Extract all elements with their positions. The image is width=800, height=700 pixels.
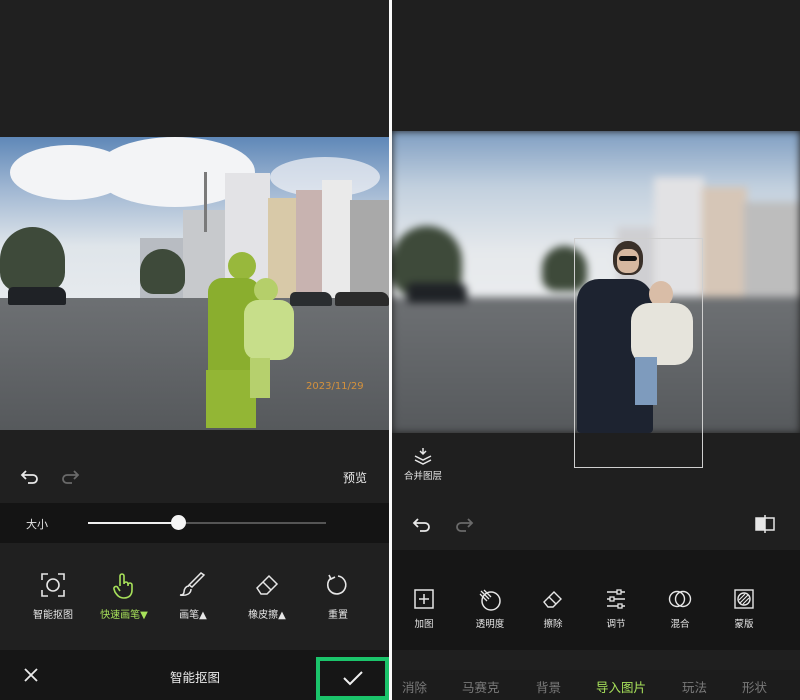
- opacity-icon: [479, 589, 501, 611]
- tool-label: 橡皮擦▲: [248, 610, 286, 621]
- smart-cutout-screen: 2023/11/29 预览 大小 智能抠图 快速画笔▼ 画笔▲ 橡皮擦▲ 重置: [0, 0, 389, 700]
- adjust-icon: [607, 589, 625, 609]
- tab-background[interactable]: 背景: [536, 677, 561, 696]
- eraser-icon: [543, 591, 562, 608]
- tool-label: 混合: [670, 619, 690, 630]
- car: [8, 287, 66, 305]
- tool-label: 画笔▲: [179, 610, 207, 621]
- tool-reset[interactable]: 重置: [318, 572, 358, 621]
- redo-button[interactable]: [454, 515, 474, 533]
- date-watermark: 2023/11/29: [306, 381, 364, 392]
- eraser-icon: [256, 574, 279, 595]
- add-image-icon: [414, 589, 434, 609]
- building: [296, 190, 324, 299]
- tool-opacity[interactable]: 透明度: [472, 588, 508, 630]
- import-image-screen: 合并图层 加图 透明度 擦除 调节 混合 蒙版 消除 马赛克 背景 导入图片 玩…: [392, 0, 800, 700]
- preview-button[interactable]: 预览: [343, 469, 367, 486]
- tool-label: 透明度: [475, 619, 505, 630]
- tool-mask[interactable]: 蒙版: [730, 588, 758, 630]
- blend-icon: [668, 590, 692, 608]
- tool-row: 加图 透明度 擦除 调节 混合 蒙版: [392, 550, 800, 650]
- tool-label: 擦除: [543, 619, 563, 630]
- antenna-mast: [204, 172, 207, 232]
- size-slider[interactable]: [88, 515, 326, 530]
- tool-label: 调节: [606, 619, 626, 630]
- size-label: 大小: [26, 518, 48, 531]
- redo-icon: [456, 518, 474, 532]
- road: [0, 298, 389, 430]
- close-icon: [24, 668, 38, 682]
- selection-mask: [198, 250, 298, 430]
- redo-button[interactable]: [60, 467, 80, 485]
- close-button[interactable]: [22, 666, 40, 684]
- footer-bar: 智能抠图: [0, 650, 389, 700]
- building: [322, 180, 352, 299]
- bottom-tab-bar: 消除 马赛克 背景 导入图片 玩法 形状: [392, 670, 800, 700]
- size-slider-knob[interactable]: [171, 515, 187, 530]
- undo-button[interactable]: [20, 467, 40, 485]
- tool-eraser[interactable]: 橡皮擦▲: [242, 572, 292, 621]
- tab-play[interactable]: 玩法: [682, 677, 707, 696]
- size-slider-row: 大小: [0, 503, 389, 543]
- redo-icon: [62, 470, 80, 484]
- footer-title: 智能抠图: [170, 670, 221, 685]
- tool-smart-cutout[interactable]: 智能抠图: [28, 572, 78, 621]
- tab-mosaic[interactable]: 马赛克: [462, 677, 500, 696]
- tool-brush[interactable]: 画笔▲: [170, 572, 216, 621]
- building: [350, 200, 389, 299]
- tool-label: 蒙版: [734, 619, 754, 630]
- tool-quick-brush[interactable]: 快速画笔▼: [96, 572, 152, 621]
- undo-button[interactable]: [412, 515, 432, 533]
- tab-import-image[interactable]: 导入图片: [596, 677, 646, 696]
- undo-icon: [412, 518, 430, 532]
- tool-label: 快速画笔▼: [100, 610, 148, 621]
- reset-icon: [326, 574, 347, 595]
- tool-label: 智能抠图: [33, 610, 73, 621]
- tool-adjust[interactable]: 调节: [602, 588, 630, 630]
- tree: [140, 249, 185, 294]
- confirm-button[interactable]: [316, 657, 389, 700]
- merge-layers-button[interactable]: 合并图层: [400, 446, 446, 482]
- mask-icon: [734, 589, 754, 609]
- car: [335, 292, 389, 306]
- quick-brush-icon: [113, 573, 133, 599]
- tab-remove[interactable]: 消除: [402, 677, 427, 696]
- merge-layers-label: 合并图层: [403, 471, 442, 482]
- imported-image-frame[interactable]: [574, 238, 703, 468]
- merge-layers-icon: [414, 448, 432, 465]
- tool-label: 重置: [328, 610, 348, 621]
- tool-add-image[interactable]: 加图: [410, 588, 438, 630]
- smart-cutout-icon: [41, 573, 65, 597]
- check-icon: [343, 671, 363, 686]
- photo-canvas[interactable]: 2023/11/29: [0, 137, 389, 430]
- tool-blend[interactable]: 混合: [666, 588, 694, 630]
- tree: [0, 227, 65, 292]
- size-slider-fill: [88, 522, 179, 524]
- brush-icon: [179, 572, 206, 596]
- tab-shape[interactable]: 形状: [742, 677, 767, 696]
- tool-erase[interactable]: 擦除: [539, 588, 567, 630]
- compare-icon: [755, 515, 775, 533]
- cutout-subject: [577, 239, 702, 439]
- compare-button[interactable]: [754, 514, 776, 534]
- undo-icon: [20, 470, 38, 484]
- tool-label: 加图: [414, 619, 434, 630]
